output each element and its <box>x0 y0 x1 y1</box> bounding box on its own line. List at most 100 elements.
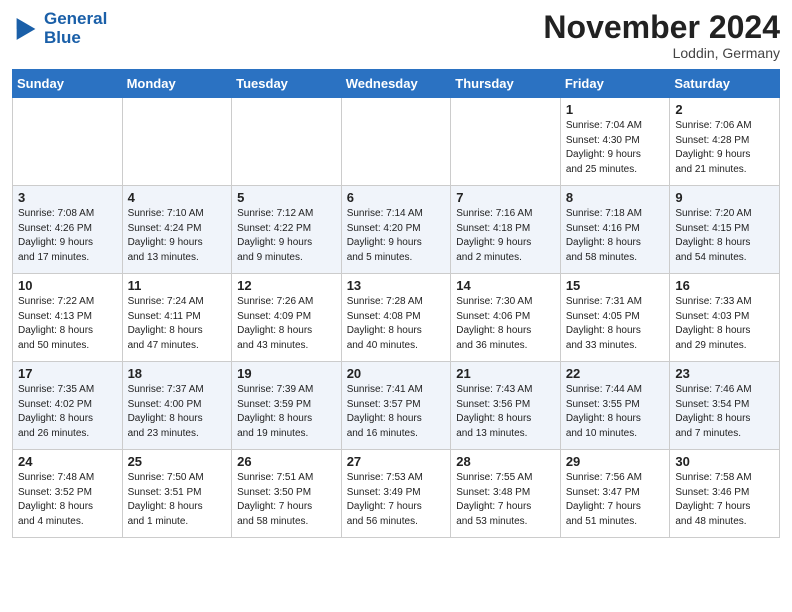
day-info: Sunrise: 7:30 AM Sunset: 4:06 PM Dayligh… <box>456 295 555 353</box>
day-number: 13 <box>347 278 446 293</box>
day-number: 10 <box>18 278 117 293</box>
calendar-cell: 12 Sunrise: 7:26 AM Sunset: 4:09 PM Dayli… <box>232 274 342 362</box>
day-info: Sunrise: 7:43 AM Sunset: 3:56 PM Dayligh… <box>456 383 555 441</box>
calendar-cell <box>232 98 342 186</box>
calendar-cell: 26Sunrise: 7:51 AM Sunset: 3:50 PM Dayli… <box>232 450 342 538</box>
day-info: Sunrise: 7:35 AM Sunset: 4:02 PM Dayligh… <box>18 383 117 441</box>
day-info: Sunrise: 7:44 AM Sunset: 3:55 PM Dayligh… <box>566 383 665 441</box>
day-info: Sunrise: 7:18 AM Sunset: 4:16 PM Dayligh… <box>566 207 665 265</box>
weekday-header: Thursday <box>451 70 561 98</box>
calendar-cell: 7 Sunrise: 7:16 AM Sunset: 4:18 PM Daylig… <box>451 186 561 274</box>
day-info: Sunrise: 7:48 AM Sunset: 3:52 PM Dayligh… <box>18 471 117 529</box>
day-info: Sunrise: 7:10 AM Sunset: 4:24 PM Dayligh… <box>128 207 227 265</box>
day-number: 20 <box>347 366 446 381</box>
day-info: Sunrise: 7:46 AM Sunset: 3:54 PM Dayligh… <box>675 383 774 441</box>
day-info: Sunrise: 7:41 AM Sunset: 3:57 PM Dayligh… <box>347 383 446 441</box>
day-number: 12 <box>237 278 336 293</box>
day-number: 23 <box>675 366 774 381</box>
day-number: 1 <box>566 102 665 117</box>
calendar-cell: 30Sunrise: 7:58 AM Sunset: 3:46 PM Dayli… <box>670 450 780 538</box>
day-info: Sunrise: 7:12 AM Sunset: 4:22 PM Dayligh… <box>237 207 336 265</box>
day-number: 15 <box>566 278 665 293</box>
day-number: 9 <box>675 190 774 205</box>
logo-icon <box>12 15 40 43</box>
calendar-cell: 5 Sunrise: 7:12 AM Sunset: 4:22 PM Daylig… <box>232 186 342 274</box>
calendar-cell: 9 Sunrise: 7:20 AM Sunset: 4:15 PM Daylig… <box>670 186 780 274</box>
weekday-header: Sunday <box>13 70 123 98</box>
calendar-cell: 22 Sunrise: 7:44 AM Sunset: 3:55 PM Dayli… <box>560 362 670 450</box>
day-info: Sunrise: 7:56 AM Sunset: 3:47 PM Dayligh… <box>566 471 665 529</box>
calendar-cell: 11Sunrise: 7:24 AM Sunset: 4:11 PM Dayli… <box>122 274 232 362</box>
weekday-header: Tuesday <box>232 70 342 98</box>
calendar-cell: 10Sunrise: 7:22 AM Sunset: 4:13 PM Dayli… <box>13 274 123 362</box>
calendar-cell <box>122 98 232 186</box>
calendar-cell: 4 Sunrise: 7:10 AM Sunset: 4:24 PM Daylig… <box>122 186 232 274</box>
calendar-cell <box>341 98 451 186</box>
calendar-cell: 6 Sunrise: 7:14 AM Sunset: 4:20 PM Daylig… <box>341 186 451 274</box>
day-number: 11 <box>128 278 227 293</box>
calendar-cell: 8 Sunrise: 7:18 AM Sunset: 4:16 PM Daylig… <box>560 186 670 274</box>
day-number: 21 <box>456 366 555 381</box>
day-info: Sunrise: 7:04 AM Sunset: 4:30 PM Dayligh… <box>566 119 665 177</box>
day-number: 29 <box>566 454 665 469</box>
day-number: 3 <box>18 190 117 205</box>
calendar-week-row: 24 Sunrise: 7:48 AM Sunset: 3:52 PM Dayli… <box>13 450 780 538</box>
day-number: 27 <box>347 454 446 469</box>
day-info: Sunrise: 7:16 AM Sunset: 4:18 PM Dayligh… <box>456 207 555 265</box>
month-title: November 2024 <box>543 10 780 45</box>
day-number: 7 <box>456 190 555 205</box>
day-info: Sunrise: 7:14 AM Sunset: 4:20 PM Dayligh… <box>347 207 446 265</box>
calendar-cell: 1 Sunrise: 7:04 AM Sunset: 4:30 PM Daylig… <box>560 98 670 186</box>
day-info: Sunrise: 7:51 AM Sunset: 3:50 PM Dayligh… <box>237 471 336 529</box>
weekday-header: Monday <box>122 70 232 98</box>
calendar-header-row: SundayMondayTuesdayWednesdayThursdayFrid… <box>13 70 780 98</box>
day-number: 4 <box>128 190 227 205</box>
calendar-cell: 3 Sunrise: 7:08 AM Sunset: 4:26 PM Daylig… <box>13 186 123 274</box>
day-info: Sunrise: 7:26 AM Sunset: 4:09 PM Dayligh… <box>237 295 336 353</box>
calendar-cell: 19Sunrise: 7:39 AM Sunset: 3:59 PM Dayli… <box>232 362 342 450</box>
day-info: Sunrise: 7:50 AM Sunset: 3:51 PM Dayligh… <box>128 471 227 529</box>
day-number: 22 <box>566 366 665 381</box>
day-number: 8 <box>566 190 665 205</box>
calendar-table: SundayMondayTuesdayWednesdayThursdayFrid… <box>12 69 780 538</box>
calendar-cell: 20 Sunrise: 7:41 AM Sunset: 3:57 PM Dayli… <box>341 362 451 450</box>
calendar-cell: 13 Sunrise: 7:28 AM Sunset: 4:08 PM Dayli… <box>341 274 451 362</box>
day-info: Sunrise: 7:37 AM Sunset: 4:00 PM Dayligh… <box>128 383 227 441</box>
day-number: 16 <box>675 278 774 293</box>
calendar-cell <box>13 98 123 186</box>
day-number: 24 <box>18 454 117 469</box>
day-number: 14 <box>456 278 555 293</box>
calendar-cell: 2 Sunrise: 7:06 AM Sunset: 4:28 PM Daylig… <box>670 98 780 186</box>
calendar-cell: 16 Sunrise: 7:33 AM Sunset: 4:03 PM Dayli… <box>670 274 780 362</box>
day-info: Sunrise: 7:31 AM Sunset: 4:05 PM Dayligh… <box>566 295 665 353</box>
day-info: Sunrise: 7:08 AM Sunset: 4:26 PM Dayligh… <box>18 207 117 265</box>
day-info: Sunrise: 7:53 AM Sunset: 3:49 PM Dayligh… <box>347 471 446 529</box>
day-number: 19 <box>237 366 336 381</box>
calendar-cell: 29 Sunrise: 7:56 AM Sunset: 3:47 PM Dayli… <box>560 450 670 538</box>
calendar-cell: 24 Sunrise: 7:48 AM Sunset: 3:52 PM Dayli… <box>13 450 123 538</box>
calendar-cell: 25 Sunrise: 7:50 AM Sunset: 3:51 PM Dayli… <box>122 450 232 538</box>
day-info: Sunrise: 7:33 AM Sunset: 4:03 PM Dayligh… <box>675 295 774 353</box>
calendar-week-row: 3 Sunrise: 7:08 AM Sunset: 4:26 PM Daylig… <box>13 186 780 274</box>
calendar-cell: 23 Sunrise: 7:46 AM Sunset: 3:54 PM Dayli… <box>670 362 780 450</box>
weekday-header: Friday <box>560 70 670 98</box>
day-info: Sunrise: 7:28 AM Sunset: 4:08 PM Dayligh… <box>347 295 446 353</box>
day-number: 25 <box>128 454 227 469</box>
calendar-week-row: 17Sunrise: 7:35 AM Sunset: 4:02 PM Dayli… <box>13 362 780 450</box>
day-info: Sunrise: 7:55 AM Sunset: 3:48 PM Dayligh… <box>456 471 555 529</box>
day-number: 5 <box>237 190 336 205</box>
page-header: General Blue November 2024 Loddin, Germa… <box>12 10 780 61</box>
weekday-header: Wednesday <box>341 70 451 98</box>
day-info: Sunrise: 7:20 AM Sunset: 4:15 PM Dayligh… <box>675 207 774 265</box>
calendar-cell <box>451 98 561 186</box>
page-container: General Blue November 2024 Loddin, Germa… <box>0 0 792 548</box>
day-number: 28 <box>456 454 555 469</box>
calendar-cell: 18Sunrise: 7:37 AM Sunset: 4:00 PM Dayli… <box>122 362 232 450</box>
logo: General Blue <box>12 10 107 47</box>
day-number: 2 <box>675 102 774 117</box>
calendar-cell: 27 Sunrise: 7:53 AM Sunset: 3:49 PM Dayli… <box>341 450 451 538</box>
logo-text: General Blue <box>44 10 107 47</box>
day-number: 6 <box>347 190 446 205</box>
day-number: 30 <box>675 454 774 469</box>
day-info: Sunrise: 7:06 AM Sunset: 4:28 PM Dayligh… <box>675 119 774 177</box>
